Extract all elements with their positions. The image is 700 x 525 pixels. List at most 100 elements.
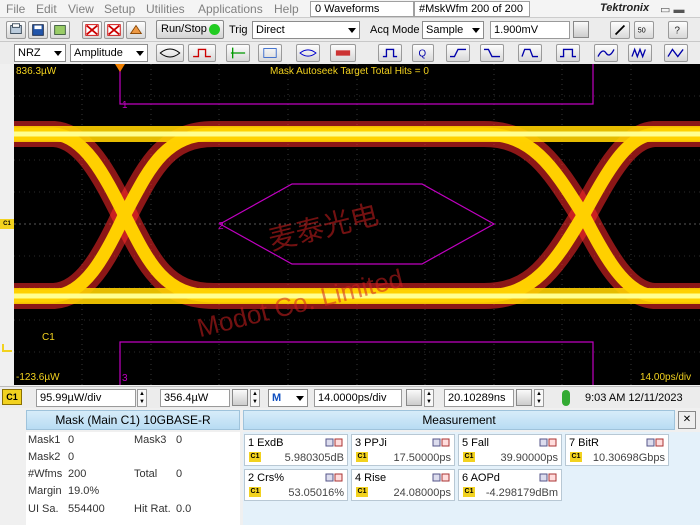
- measurement-type-select[interactable]: Amplitude: [70, 44, 148, 62]
- measurement-cell[interactable]: 4 Rise C1 24.08000ps: [351, 469, 455, 501]
- channel-tag: C1: [249, 487, 261, 497]
- mask-row-label: Margin: [28, 485, 62, 497]
- clear-data-icon[interactable]: [104, 21, 124, 39]
- jitter-meas-icon[interactable]: [594, 44, 618, 62]
- default-setup-icon[interactable]: [126, 21, 146, 39]
- offset-keypad-icon[interactable]: [232, 389, 248, 406]
- acq-mode-select[interactable]: Sample: [422, 21, 484, 39]
- channel-label: C1: [42, 332, 55, 343]
- rise-meas-icon[interactable]: [446, 44, 470, 62]
- secondary-toolbar: NRZ Amplitude Q: [0, 42, 700, 64]
- mask-test-icon[interactable]: [296, 44, 320, 62]
- measurement-panel-close-icon[interactable]: ✕: [678, 411, 696, 429]
- histogram-icon[interactable]: [258, 44, 282, 62]
- menu-bar: File Edit View Setup Utilities Applicati…: [0, 0, 700, 18]
- help-icon[interactable]: ?: [668, 21, 688, 39]
- recall-icon[interactable]: [50, 21, 70, 39]
- svg-text:50: 50: [638, 27, 646, 35]
- measurement-options-icon[interactable]: [539, 438, 557, 447]
- amplitude-meas-icon[interactable]: Q: [412, 44, 434, 62]
- main-toolbar: Run/Stop Trig Direct Acq Mode Sample 1.9…: [0, 18, 700, 42]
- measurement-name: 1 ExdB: [248, 437, 284, 449]
- width-meas-icon[interactable]: [556, 44, 580, 62]
- settings-red-icon[interactable]: [330, 44, 356, 62]
- keypad-icon[interactable]: [573, 21, 589, 38]
- measurement-cell[interactable]: 7 BitR C1 10.30698Gbps: [565, 434, 669, 466]
- period-meas-icon[interactable]: [518, 44, 542, 62]
- trigger-mode-icon[interactable]: [188, 44, 216, 62]
- pulse-meas-icon[interactable]: [378, 44, 402, 62]
- vertical-scale-field[interactable]: 95.99µW/div: [36, 389, 136, 407]
- control-bar: C1 95.99µW/div ▲ ▼ 356.4µW ▲ ▼ M 14.0000ps…: [0, 386, 700, 408]
- horizontal-position-field[interactable]: 20.10289ns: [444, 389, 514, 407]
- trigger-position-marker[interactable]: [115, 64, 125, 72]
- coding-select[interactable]: NRZ: [14, 44, 66, 62]
- measure-wizard-icon[interactable]: [610, 21, 630, 39]
- menu-setup[interactable]: Setup: [104, 2, 135, 16]
- menu-edit[interactable]: Edit: [36, 2, 57, 16]
- mask-row-label: UI Sa.: [28, 503, 59, 515]
- mask-row-value: 19.0%: [68, 485, 100, 497]
- mask-row-label: Hit Rat.: [134, 503, 171, 515]
- clear-display-icon[interactable]: [82, 21, 102, 39]
- vertical-scale-spinner[interactable]: ▲ ▼: [137, 389, 147, 407]
- measurement-name: 2 Crs%: [248, 472, 285, 484]
- position-keypad-icon[interactable]: [516, 389, 532, 406]
- measurement-options-icon[interactable]: [325, 473, 343, 482]
- position-spinner[interactable]: ▲ ▼: [534, 389, 544, 407]
- menu-utilities[interactable]: Utilities: [146, 2, 185, 16]
- measurement-panel: 1 ExdB C1 5.980305dB 3 PPJi C1 17.50000p…: [243, 432, 700, 525]
- measurement-options-icon[interactable]: [646, 438, 664, 447]
- measurement-cell[interactable]: 6 AOPd C1 -4.298179dBm: [458, 469, 562, 501]
- mask-row-value: 0: [176, 468, 183, 480]
- menu-file[interactable]: File: [6, 2, 25, 16]
- measurement-options-icon[interactable]: [325, 438, 343, 447]
- mask-row-label: Mask2: [28, 451, 61, 463]
- mask-region-2-label: 2: [218, 221, 224, 232]
- mask-row-label: Mask1: [28, 434, 61, 446]
- measurement-cell[interactable]: 2 Crs% C1 53.05016%: [244, 469, 348, 501]
- run-stop-button[interactable]: Run/Stop: [156, 20, 224, 39]
- measurement-cell[interactable]: 1 ExdB C1 5.980305dB: [244, 434, 348, 466]
- measurement-cell[interactable]: 3 PPJi C1 17.50000ps: [351, 434, 455, 466]
- fall-meas-icon[interactable]: [480, 44, 504, 62]
- cursor-icon[interactable]: [226, 44, 250, 62]
- window-buttons[interactable]: ▭ ▬: [660, 3, 684, 16]
- waveform-display[interactable]: 836.3µW Mask Autoseek Target Total Hits …: [14, 64, 700, 385]
- mask-row-label: #Wfms: [28, 468, 63, 480]
- trigger-source-select[interactable]: Direct: [252, 21, 360, 39]
- measurement-cell[interactable]: 5 Fall C1 39.90000ps: [458, 434, 562, 466]
- menu-help[interactable]: Help: [274, 2, 299, 16]
- vertical-offset-field[interactable]: 356.4µW: [160, 389, 230, 407]
- mask-row-value: 200: [68, 468, 87, 480]
- measurement-value: 17.50000ps: [393, 452, 452, 464]
- trigger-level-field[interactable]: 1.900mV: [490, 21, 570, 39]
- more-meas-icon[interactable]: [664, 44, 688, 62]
- print-icon[interactable]: [6, 21, 26, 39]
- channel-tag: C1: [463, 452, 475, 462]
- timebase-mode-select[interactable]: M: [268, 389, 308, 407]
- svg-text:?: ?: [674, 26, 680, 37]
- measurement-panel-title: Measurement: [243, 410, 675, 430]
- mask-waveform-count: #MskWfm 200 of 200: [414, 1, 530, 17]
- measurement-options-icon[interactable]: [432, 473, 450, 482]
- channel-select[interactable]: C1: [2, 389, 22, 405]
- channel-tag: C1: [356, 452, 368, 462]
- freq-meas-icon[interactable]: [628, 44, 652, 62]
- save-icon[interactable]: [28, 21, 48, 39]
- eye-pattern-icon[interactable]: [156, 44, 184, 62]
- time-keypad-icon[interactable]: [406, 389, 422, 406]
- measurement-options-icon[interactable]: [432, 438, 450, 447]
- measurement-value: 10.30698Gbps: [592, 452, 665, 464]
- time-scale-field[interactable]: 14.0000ps/div: [314, 389, 402, 407]
- measurement-name: 4 Rise: [355, 472, 387, 484]
- channel-offset-marker[interactable]: C1: [0, 219, 14, 229]
- channel-tag: C1: [570, 452, 582, 462]
- menu-applications[interactable]: Applications: [198, 2, 263, 16]
- menu-view[interactable]: View: [68, 2, 94, 16]
- time-scale-spinner[interactable]: ▲ ▼: [424, 389, 434, 407]
- sampling-50-icon[interactable]: 50: [634, 21, 654, 39]
- vertical-offset-spinner[interactable]: ▲ ▼: [250, 389, 260, 407]
- measurement-options-icon[interactable]: [539, 473, 557, 482]
- mask-row-label: Mask3: [134, 434, 167, 446]
